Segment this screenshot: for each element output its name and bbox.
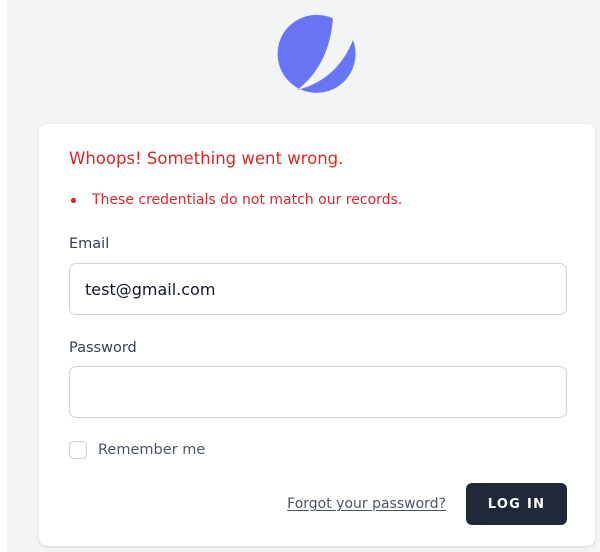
app-logo-icon	[277, 14, 357, 94]
login-card: Whoops! Something went wrong. These cred…	[39, 124, 595, 546]
remember-me-checkbox[interactable]	[69, 441, 87, 459]
email-field[interactable]	[69, 263, 567, 315]
remember-me-label[interactable]: Remember me	[98, 440, 205, 460]
error-title: Whoops! Something went wrong.	[69, 149, 344, 168]
email-label: Email	[69, 236, 110, 252]
error-message: These credentials do not match our recor…	[69, 190, 402, 210]
password-field[interactable]	[69, 366, 567, 418]
password-label: Password	[69, 340, 137, 356]
remember-me-row[interactable]: Remember me	[69, 440, 205, 460]
login-button[interactable]: LOG IN	[466, 483, 567, 525]
error-list: These credentials do not match our recor…	[69, 190, 402, 210]
forgot-password-link[interactable]: Forgot your password?	[287, 494, 446, 514]
